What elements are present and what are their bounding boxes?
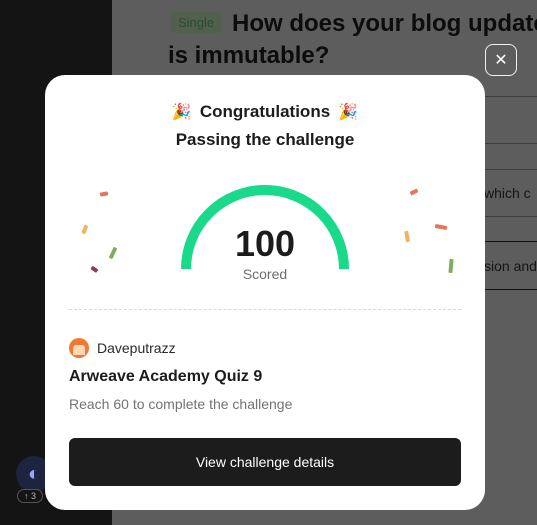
option-text[interactable]: which c <box>484 185 531 201</box>
cta-label: View challenge details <box>195 454 335 470</box>
confetti-piece <box>409 188 419 196</box>
close-button[interactable]: ✕ <box>485 44 517 76</box>
quiz-title: Arweave Academy Quiz 9 <box>69 368 263 385</box>
view-challenge-details-button[interactable]: View challenge details <box>69 438 461 486</box>
score-label: Scored <box>242 266 288 282</box>
score-value: 100 <box>234 223 296 264</box>
close-icon: ✕ <box>494 52 508 69</box>
author-avatar <box>69 338 89 358</box>
notification-badge: ↑ 3 <box>17 489 44 503</box>
option-divider <box>477 143 537 144</box>
result-modal: 🎉 Congratulations 🎉 Passing the challeng… <box>45 75 485 510</box>
author-name: Daveputrazz <box>97 340 176 356</box>
option-divider <box>477 216 537 217</box>
option-divider <box>477 96 537 97</box>
option-text[interactable]: sion and <box>484 258 537 274</box>
logo-icon: ◐ <box>27 462 41 485</box>
quiz-description: Reach 60 to complete the challenge <box>69 396 293 412</box>
question-title: How does your blog update is immutable? <box>168 10 537 69</box>
author-row: Daveputrazz <box>69 338 176 358</box>
confetti-piece <box>99 191 109 197</box>
dashed-divider <box>69 309 461 310</box>
option-divider <box>477 169 537 170</box>
